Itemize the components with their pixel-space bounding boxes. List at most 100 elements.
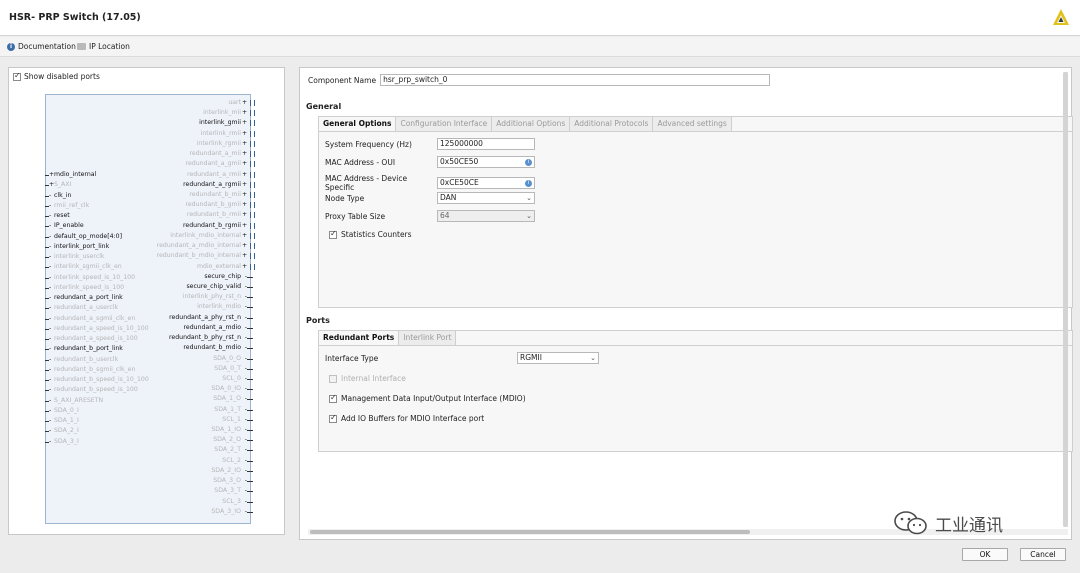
- node-type-select[interactable]: DAN ⌄: [437, 192, 535, 204]
- port-sda-1-io[interactable]: SDA_1_IO -: [211, 426, 253, 434]
- port-redundant-b-rmii[interactable]: redundant_b_rmii+: [187, 211, 255, 219]
- port-interlink-mdio-internal[interactable]: interlink_mdio_internal+: [170, 232, 255, 240]
- port-sda-2-o[interactable]: SDA_2_O -: [213, 436, 253, 444]
- port-redundant-b-mii[interactable]: redundant_b_mii+: [189, 191, 255, 199]
- port-redundant-b-mdio[interactable]: redundant_b_mdio -: [183, 344, 253, 352]
- mac-device-input[interactable]: 0xCE50CE i: [437, 177, 535, 189]
- info-icon[interactable]: i: [525, 159, 532, 166]
- port-redundant-a-sgmii-clk-en[interactable]: - redundant_a_sgmii_clk_en: [45, 315, 135, 323]
- port-sda-3-io[interactable]: SDA_3_IO -: [211, 508, 253, 516]
- vertical-scrollbar[interactable]: [1063, 72, 1068, 527]
- tab-additional-protocols[interactable]: Additional Protocols: [570, 117, 654, 131]
- tab-advanced-settings[interactable]: Advanced settings: [653, 117, 732, 131]
- documentation-link[interactable]: i Documentation: [7, 42, 76, 51]
- port-s-axi[interactable]: +S_AXI: [45, 181, 71, 189]
- scrollbar-thumb[interactable]: [1063, 72, 1068, 527]
- expand-icon[interactable]: +: [242, 252, 247, 260]
- cancel-button[interactable]: Cancel: [1020, 548, 1066, 561]
- component-name-input[interactable]: hsr_prp_switch_0: [380, 74, 771, 86]
- port-redundant-a-rgmii[interactable]: redundant_a_rgmii+: [183, 181, 255, 189]
- port-interlink-phy-rst-n[interactable]: interlink_phy_rst_n -: [183, 293, 253, 301]
- checkbox-icon[interactable]: [329, 229, 337, 239]
- port-s-axi-aresetn[interactable]: - S_AXI_ARESETN: [45, 397, 103, 405]
- expand-icon[interactable]: +: [242, 140, 247, 148]
- port-sda-2-i[interactable]: - SDA_2_I: [45, 427, 79, 435]
- port-redundant-a-mdio[interactable]: redundant_a_mdio -: [184, 324, 253, 332]
- checkbox-icon[interactable]: [13, 71, 21, 81]
- tab-general-options[interactable]: General Options: [319, 117, 397, 131]
- port-interlink-port-link[interactable]: - interlink_port_link: [45, 243, 109, 251]
- port-scl-2[interactable]: SCL_2-: [222, 457, 253, 465]
- checkbox-icon[interactable]: [329, 393, 337, 403]
- port-sda-3-o[interactable]: SDA_3_O -: [213, 477, 253, 485]
- expand-icon[interactable]: +: [242, 201, 247, 209]
- tab-interlink-port[interactable]: Interlink Port: [399, 331, 457, 345]
- port-secure-chip[interactable]: secure_chip -: [204, 273, 253, 281]
- port-scl-0[interactable]: SCL_0-: [222, 375, 253, 383]
- expand-icon[interactable]: +: [242, 99, 247, 107]
- port-interlink-userclk[interactable]: - interlink_userclk: [45, 253, 105, 261]
- port-sda-2-io[interactable]: SDA_2_IO -: [211, 467, 253, 475]
- port-redundant-b-mdio-internal[interactable]: redundant_b_mdio_internal+: [157, 252, 255, 260]
- port-interlink-gmii[interactable]: interlink_gmii+: [199, 119, 255, 127]
- port-redundant-a-rmii[interactable]: redundant_a_rmii+: [187, 171, 255, 179]
- system-frequency-input[interactable]: 125000000: [437, 138, 535, 150]
- port-redundant-b-gmii[interactable]: redundant_b_gmii+: [185, 201, 255, 209]
- tab-additional-options[interactable]: Additional Options: [492, 117, 571, 131]
- port-interlink-speed-is-100[interactable]: - interlink_speed_is_100: [45, 284, 124, 292]
- tab-configuration-interface[interactable]: Configuration Interface: [396, 117, 493, 131]
- expand-icon[interactable]: +: [242, 222, 247, 230]
- port-redundant-a-port-link[interactable]: - redundant_a_port_link: [45, 294, 123, 302]
- port-mdio-external[interactable]: mdio_external+: [197, 263, 255, 271]
- port-redundant-a-speed-is-100[interactable]: - redundant_a_speed_is_100: [45, 335, 138, 343]
- port-sda-0-t[interactable]: SDA_0_T -: [214, 365, 253, 373]
- port-redundant-b-port-link[interactable]: - redundant_b_port_link: [45, 345, 123, 353]
- port-redundant-b-speed-is-100[interactable]: - redundant_b_speed_is_100: [45, 386, 138, 394]
- expand-icon[interactable]: +: [242, 263, 247, 271]
- scrollbar-thumb[interactable]: [310, 530, 750, 534]
- ok-button[interactable]: OK: [962, 548, 1008, 561]
- port-sda-3-t[interactable]: SDA_3_T -: [214, 487, 253, 495]
- port-interlink-mii[interactable]: interlink_mii+: [203, 109, 255, 117]
- port-reset[interactable]: - reset: [45, 212, 70, 220]
- port-redundant-a-mii[interactable]: redundant_a_mii+: [190, 150, 255, 158]
- port-secure-chip-valid[interactable]: secure_chip_valid -: [186, 283, 253, 291]
- checkbox-icon[interactable]: [329, 413, 337, 423]
- tab-redundant-ports[interactable]: Redundant Ports: [319, 331, 400, 345]
- internal-interface-checkbox[interactable]: Internal Interface: [329, 374, 406, 383]
- port-sda-1-t[interactable]: SDA_1_T -: [214, 406, 253, 414]
- interface-type-select[interactable]: RGMII ⌄: [517, 352, 599, 364]
- port-redundant-a-userclk[interactable]: - redundant_a_userclk: [45, 304, 118, 312]
- expand-icon[interactable]: +: [242, 191, 247, 199]
- checkbox-icon[interactable]: [329, 374, 337, 383]
- proxy-table-select[interactable]: 64 ⌄: [437, 210, 535, 222]
- port-interlink-rmii[interactable]: interlink_rmii+: [201, 130, 255, 138]
- statistics-counters-checkbox[interactable]: Statistics Counters: [329, 229, 412, 239]
- port-redundant-a-speed-is-10-100[interactable]: - redundant_a_speed_is_10_100: [45, 325, 149, 333]
- expand-icon[interactable]: +: [242, 109, 247, 117]
- expand-icon[interactable]: +: [242, 181, 247, 189]
- expand-icon[interactable]: +: [242, 242, 247, 250]
- port-clk-in[interactable]: - clk_in: [45, 192, 71, 200]
- port-uart[interactable]: uart+: [228, 99, 255, 107]
- port-sda-0-o[interactable]: SDA_0_O -: [213, 355, 253, 363]
- port-redundant-b-userclk[interactable]: - redundant_b_userclk: [45, 356, 118, 364]
- port-sda-0-i[interactable]: - SDA_0_I: [45, 407, 79, 415]
- expand-icon[interactable]: +: [242, 232, 247, 240]
- port-sda-2-t[interactable]: SDA_2_T -: [214, 446, 253, 454]
- info-icon[interactable]: i: [525, 180, 532, 187]
- expand-icon[interactable]: +: [242, 130, 247, 138]
- port-sda-0-io[interactable]: SDA_0_IO -: [211, 385, 253, 393]
- port-mdio-internal[interactable]: +mdio_internal: [45, 171, 96, 179]
- port-scl-3[interactable]: SCL_3-: [222, 498, 253, 506]
- expand-icon[interactable]: +: [242, 150, 247, 158]
- port-redundant-a-mdio-internal[interactable]: redundant_a_mdio_internal+: [157, 242, 255, 250]
- port-sda-1-i[interactable]: - SDA_1_I: [45, 417, 79, 425]
- port-default-op-mode-4-0[interactable]: - default_op_mode[4:0]: [45, 233, 122, 241]
- port-redundant-a-phy-rst-n[interactable]: redundant_a_phy_rst_n -: [169, 314, 253, 322]
- port-redundant-b-speed-is-10-100[interactable]: - redundant_b_speed_is_10_100: [45, 376, 149, 384]
- port-scl-1[interactable]: SCL_1-: [222, 416, 253, 424]
- ip-location-link[interactable]: IP Location: [77, 42, 130, 51]
- port-interlink-speed-is-10-100[interactable]: - interlink_speed_is_10_100: [45, 274, 135, 282]
- port-ip-enable[interactable]: - IP_enable: [45, 222, 84, 230]
